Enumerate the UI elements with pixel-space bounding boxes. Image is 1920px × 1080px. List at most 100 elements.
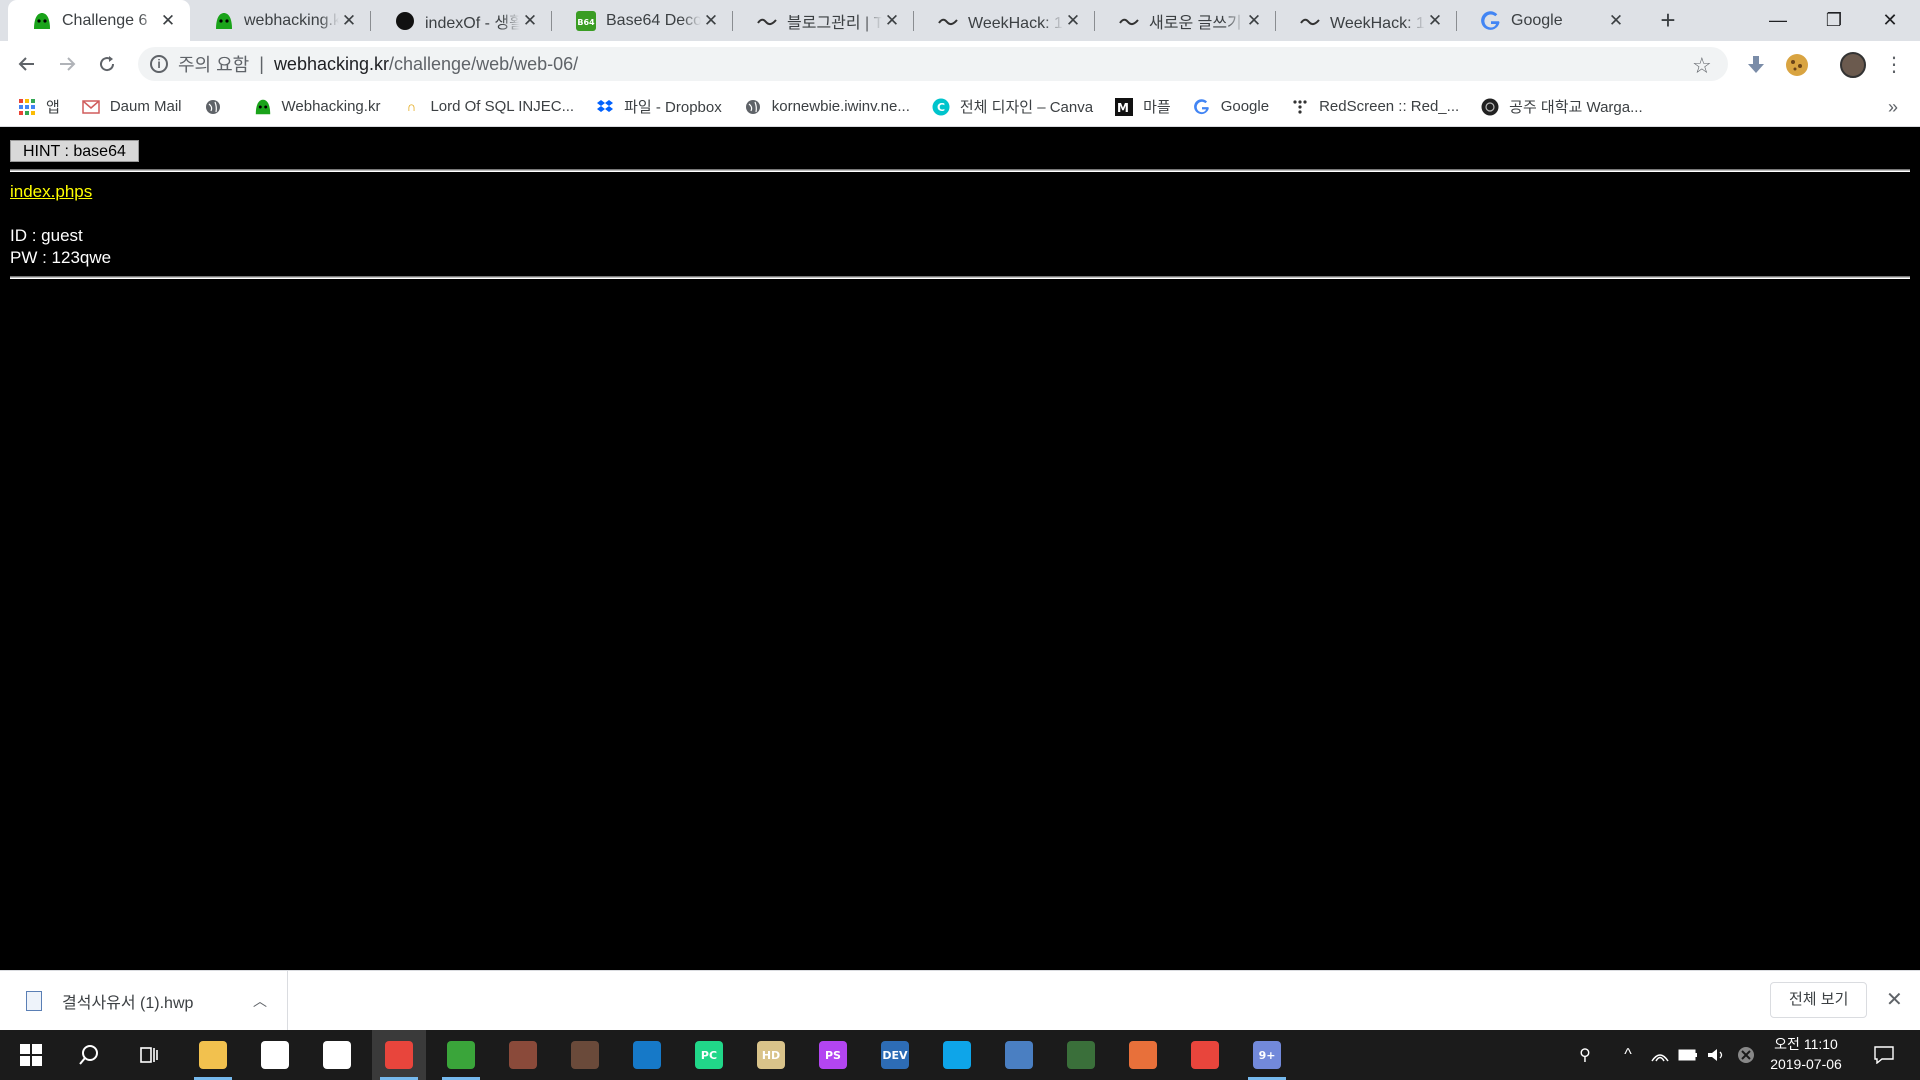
menu-kebab-icon[interactable]: ⋮ bbox=[1878, 48, 1910, 80]
info-icon[interactable]: i bbox=[150, 55, 168, 73]
source-link[interactable]: index.phps bbox=[10, 182, 92, 202]
taskbar-app-button[interactable] bbox=[1116, 1030, 1170, 1080]
taskbar-app-button[interactable] bbox=[434, 1030, 488, 1080]
battery-icon[interactable] bbox=[1676, 1030, 1700, 1080]
profile-avatar[interactable] bbox=[1840, 52, 1866, 78]
new-tab-button[interactable]: + bbox=[1654, 6, 1682, 34]
taskbar-app-button[interactable]: PS bbox=[806, 1030, 860, 1080]
taskbar-app-button[interactable] bbox=[1054, 1030, 1108, 1080]
bookmark-webhacking[interactable]: Webhacking.kr bbox=[254, 98, 381, 116]
close-icon[interactable]: ✕ bbox=[520, 11, 540, 31]
forward-button[interactable] bbox=[51, 48, 83, 80]
close-window-button[interactable]: ✕ bbox=[1862, 0, 1918, 41]
close-icon[interactable]: ✕ bbox=[1606, 11, 1626, 31]
taskbar-app-button[interactable] bbox=[558, 1030, 612, 1080]
globe-icon bbox=[744, 98, 762, 116]
tab-google[interactable]: Google ✕ bbox=[1457, 0, 1638, 41]
network-error-icon[interactable] bbox=[1734, 1030, 1758, 1080]
tab-indexof[interactable]: indexOf - 생활 ✕ bbox=[371, 0, 552, 41]
arrow-right-icon bbox=[60, 57, 76, 71]
tab-base64[interactable]: B64 Base64 Decode ✕ bbox=[552, 0, 733, 41]
start-button[interactable] bbox=[4, 1030, 58, 1080]
security-warning[interactable]: 주의 요함 bbox=[178, 51, 249, 77]
bookmark-star-icon[interactable]: ☆ bbox=[1692, 53, 1712, 79]
people-icon[interactable]: ⚲ bbox=[1570, 1030, 1600, 1080]
close-icon[interactable]: ✕ bbox=[1425, 11, 1445, 31]
chevron-up-icon[interactable]: ^ bbox=[1615, 1030, 1641, 1080]
tab-title: Challenge 6 bbox=[62, 11, 148, 29]
close-icon[interactable]: ✕ bbox=[158, 11, 178, 31]
taskbar-app-button[interactable]: DEV bbox=[868, 1030, 922, 1080]
virtualbox-icon bbox=[943, 1041, 971, 1069]
bookmark-label: 파일 - Dropbox bbox=[624, 99, 722, 116]
bookmark-label: RedScreen :: Red_... bbox=[1319, 98, 1460, 115]
pycharm-icon: PC bbox=[695, 1041, 723, 1069]
close-icon[interactable]: ✕ bbox=[882, 11, 902, 31]
windows-taskbar: PC HD PS DEV 9+ ⚲ ^ 오전 11:10 2019-07-06 bbox=[0, 1030, 1920, 1080]
taskbar-app-button[interactable] bbox=[620, 1030, 674, 1080]
bookmark-redscreen[interactable]: RedScreen :: Red_... bbox=[1291, 98, 1459, 116]
bookmarks-overflow-icon[interactable]: » bbox=[1888, 97, 1898, 118]
taskbar-app-button[interactable]: HD bbox=[744, 1030, 798, 1080]
close-icon[interactable]: ✕ bbox=[701, 11, 721, 31]
search-icon bbox=[79, 1045, 98, 1065]
search-button[interactable] bbox=[62, 1030, 116, 1080]
taskbar-app-button[interactable]: PC bbox=[682, 1030, 736, 1080]
reload-button[interactable] bbox=[91, 48, 123, 80]
taskbar-app-button[interactable] bbox=[186, 1030, 240, 1080]
show-all-downloads-button[interactable]: 전체 보기 bbox=[1770, 982, 1868, 1018]
volume-icon[interactable] bbox=[1704, 1030, 1728, 1080]
bookmark-label: 마플 bbox=[1143, 99, 1171, 116]
wifi-icon[interactable] bbox=[1648, 1030, 1672, 1080]
bookmark-los[interactable]: ∩ Lord Of SQL INJEC... bbox=[402, 98, 574, 116]
restore-button[interactable]: ❐ bbox=[1806, 0, 1862, 41]
task-view-icon bbox=[140, 1047, 158, 1063]
dropbox-icon bbox=[596, 98, 614, 116]
task-view-button[interactable] bbox=[122, 1030, 176, 1080]
bookmark-dropbox[interactable]: 파일 - Dropbox bbox=[596, 96, 722, 117]
taskbar-app-button[interactable] bbox=[1178, 1030, 1232, 1080]
back-button[interactable] bbox=[11, 48, 43, 80]
close-icon[interactable]: ✕ bbox=[1063, 11, 1083, 31]
close-icon[interactable]: ✕ bbox=[1244, 11, 1264, 31]
webhacking-icon bbox=[32, 11, 52, 31]
tab-new-post[interactable]: 새로운 글쓰기 ✕ bbox=[1095, 0, 1276, 41]
taskbar-app-button[interactable] bbox=[372, 1030, 426, 1080]
download-extension-icon[interactable] bbox=[1745, 54, 1767, 76]
bookmark-daum-mail[interactable]: Daum Mail bbox=[82, 98, 182, 116]
tab-webhacking[interactable]: webhacking.kr ✕ bbox=[190, 0, 371, 41]
address-bar[interactable]: i 주의 요함 | webhacking.kr/challenge/web/we… bbox=[138, 47, 1728, 81]
close-icon[interactable]: ✕ bbox=[339, 11, 359, 31]
taskbar-app-button[interactable] bbox=[496, 1030, 550, 1080]
bookmark-globe[interactable] bbox=[204, 98, 232, 116]
tab-blog-admin[interactable]: 블로그관리 | T ✕ bbox=[733, 0, 914, 41]
taskbar-app-button[interactable] bbox=[248, 1030, 302, 1080]
taskbar-app-button[interactable] bbox=[930, 1030, 984, 1080]
minimize-button[interactable]: — bbox=[1750, 0, 1806, 41]
black-circle-icon bbox=[395, 11, 415, 31]
bookmark-google[interactable]: Google bbox=[1193, 98, 1269, 116]
bookmark-kongju[interactable]: 공주 대학교 Warga... bbox=[1481, 96, 1643, 117]
pw-line: PW : 123qwe bbox=[10, 248, 112, 267]
bookmark-marpple[interactable]: M 마플 bbox=[1115, 96, 1171, 117]
bookmark-canva[interactable]: C 전체 디자인 – Canva bbox=[932, 96, 1093, 117]
bookmark-apps[interactable]: 앱 bbox=[18, 96, 60, 117]
download-item[interactable]: 결석사유서 (1).hwp ︿ bbox=[0, 971, 288, 1030]
webhacking-icon bbox=[254, 98, 272, 116]
bookmark-kornewbie[interactable]: kornewbie.iwinv.ne... bbox=[744, 98, 910, 116]
chevron-up-icon[interactable]: ︿ bbox=[253, 991, 267, 1011]
taskbar-app-button[interactable] bbox=[992, 1030, 1046, 1080]
taskbar-app-button[interactable] bbox=[310, 1030, 364, 1080]
cookie-extension-icon[interactable] bbox=[1786, 54, 1808, 76]
system-clock[interactable]: 오전 11:10 2019-07-06 bbox=[1756, 1034, 1856, 1074]
tab-weekhack-2[interactable]: WeekHack: 1주 ✕ bbox=[1276, 0, 1457, 41]
kongju-icon bbox=[1481, 98, 1499, 116]
tab-weekhack-1[interactable]: WeekHack: 1주 ✕ bbox=[914, 0, 1095, 41]
svg-text:C: C bbox=[937, 101, 945, 114]
close-icon[interactable]: ✕ bbox=[1886, 987, 1903, 1012]
notification-center-icon[interactable] bbox=[1864, 1030, 1904, 1080]
clock-time: 오전 11:10 bbox=[1774, 1036, 1838, 1052]
taskbar-app-button[interactable]: 9+ bbox=[1240, 1030, 1294, 1080]
bookmark-label: Webhacking.kr bbox=[281, 98, 381, 115]
tab-challenge-6[interactable]: Challenge 6 ✕ bbox=[8, 0, 190, 41]
